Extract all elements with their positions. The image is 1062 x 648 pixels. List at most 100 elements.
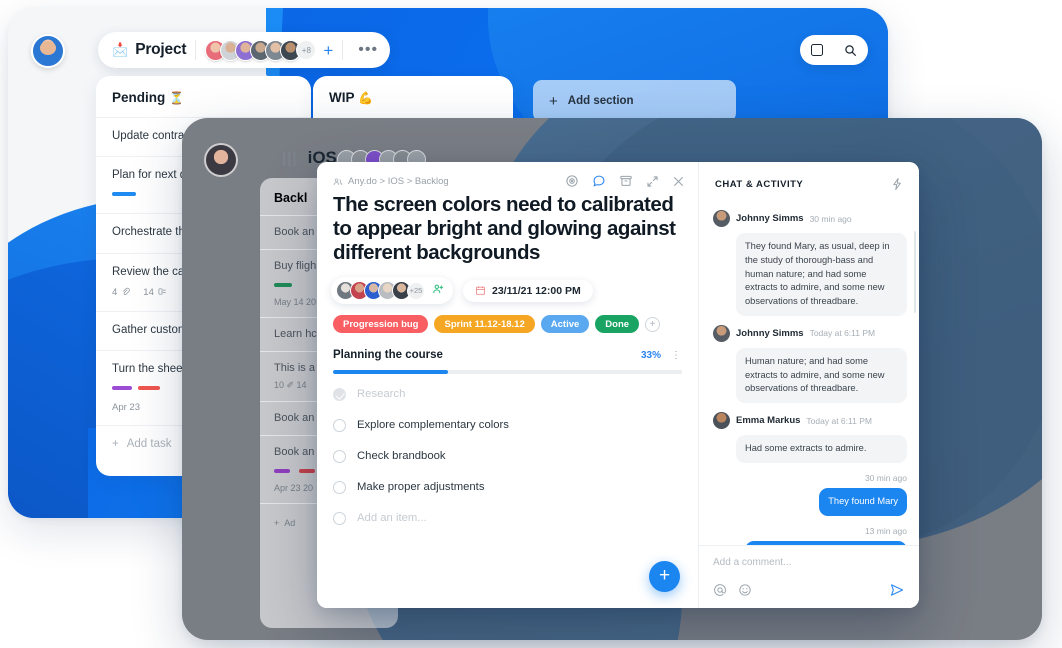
member-avatars[interactable]: +8 bbox=[205, 39, 317, 61]
archive-icon[interactable] bbox=[619, 174, 633, 188]
add-item-placeholder: Add an item... bbox=[357, 512, 427, 525]
project-title: Project bbox=[135, 41, 187, 58]
tag-sprint[interactable]: Sprint 11.12-18.12 bbox=[434, 315, 535, 334]
column-title: WIP bbox=[329, 90, 355, 105]
checkbox-icon[interactable] bbox=[333, 418, 346, 432]
comment-input[interactable]: Add a comment... bbox=[713, 557, 905, 568]
chat-message: 13 min ago Had some extracts to admire, … bbox=[713, 526, 907, 545]
add-section-label: Add section bbox=[567, 95, 634, 107]
label-bar bbox=[274, 282, 292, 287]
message-author: Emma Markus bbox=[736, 415, 801, 426]
chat-header: CHAT & ACTIVITY bbox=[699, 162, 919, 201]
message-time: 30 min ago bbox=[809, 213, 852, 224]
checkbox-icon[interactable] bbox=[333, 387, 346, 401]
tag-progression-bug[interactable]: Progression bug bbox=[333, 315, 429, 334]
due-date-text: 23/11/21 12:00 PM bbox=[492, 284, 581, 297]
task-title: The screen colors need to calibrated to … bbox=[333, 193, 676, 264]
ellipsis-icon[interactable]: ••• bbox=[352, 41, 384, 59]
message-header: Johnny Simms 30 min ago bbox=[713, 210, 907, 227]
add-checklist-item[interactable]: Add an item... bbox=[333, 511, 682, 525]
hourglass-icon: ⏳ bbox=[169, 91, 184, 105]
assignees-pill[interactable]: +25 bbox=[331, 277, 453, 305]
add-task-label: Add task bbox=[126, 438, 172, 451]
task-detail-modal: Any.do > IOS > Backlog The screen colors… bbox=[317, 162, 919, 608]
due-date-pill[interactable]: 23/11/21 12:00 PM bbox=[463, 279, 593, 302]
board-topbar: 📩 Project +8 + ••• bbox=[8, 8, 888, 74]
message-header: Johnny Simms Today at 6:11 PM bbox=[713, 324, 907, 342]
square-icon[interactable] bbox=[810, 44, 823, 56]
search-icon[interactable] bbox=[844, 44, 857, 57]
at-icon[interactable] bbox=[713, 583, 727, 597]
checklist-item-label: Explore complementary colors bbox=[357, 419, 509, 432]
message-author: Johnny Simms bbox=[736, 213, 804, 224]
checkbox-icon[interactable] bbox=[333, 449, 346, 463]
plus-icon: + bbox=[112, 438, 119, 451]
plus-circle-icon[interactable]: + bbox=[645, 316, 661, 332]
checklist-item[interactable]: Check brandbook bbox=[333, 449, 682, 463]
vertical-dots-icon[interactable]: ⋮ bbox=[671, 350, 682, 361]
label-bar bbox=[274, 468, 290, 473]
message-text: Had some extracts to admire. bbox=[736, 435, 907, 463]
modal-header-actions[interactable] bbox=[565, 174, 685, 188]
chat-message: Emma Markus Today at 6:11 PM Had some ex… bbox=[713, 412, 907, 463]
chat-panel: CHAT & ACTIVITY Johnny Simms 30 min ago … bbox=[699, 162, 919, 608]
message-time: Today at 6:11 PM bbox=[806, 415, 872, 426]
avatar[interactable] bbox=[713, 210, 730, 227]
user-avatar[interactable] bbox=[31, 34, 65, 68]
section-progress-percent: 33% bbox=[640, 349, 661, 361]
scrollbar[interactable] bbox=[913, 231, 916, 313]
checkbox-icon[interactable] bbox=[333, 480, 346, 494]
avatar-overflow-count[interactable]: +8 bbox=[296, 40, 317, 60]
expand-icon[interactable] bbox=[646, 175, 659, 188]
chat-message: Johnny Simms Today at 6:11 PM Human natu… bbox=[713, 324, 907, 403]
chat-messages[interactable]: Johnny Simms 30 min ago They found Mary,… bbox=[699, 201, 919, 545]
checklist-section: Planning the course 33% ⋮ bbox=[317, 333, 698, 374]
checklist-item[interactable]: Make proper adjustments bbox=[333, 480, 682, 494]
modal-main-panel: Any.do > IOS > Backlog The screen colors… bbox=[317, 162, 699, 608]
tag-active[interactable]: Active bbox=[540, 315, 590, 334]
drag-handle-icon[interactable]: ||| bbox=[282, 150, 298, 167]
add-button-fab[interactable]: + bbox=[649, 561, 680, 592]
checklist-item-label: Make proper adjustments bbox=[357, 481, 485, 494]
checklist-item[interactable]: Explore complementary colors bbox=[333, 418, 682, 432]
people-icon bbox=[333, 177, 343, 187]
checklist-item-label: Check brandbook bbox=[357, 450, 446, 463]
target-icon[interactable] bbox=[565, 174, 579, 188]
label-bar bbox=[112, 386, 132, 391]
emoji-icon[interactable] bbox=[738, 583, 752, 597]
message-author: Johnny Simms bbox=[736, 327, 804, 339]
column-title: Backl bbox=[274, 191, 308, 205]
add-member-icon[interactable]: + bbox=[323, 42, 333, 59]
subtask-count: 14 bbox=[143, 287, 154, 299]
label-bar bbox=[112, 192, 136, 197]
comment-icon[interactable] bbox=[592, 174, 606, 188]
add-section-button[interactable]: + Add section bbox=[533, 80, 736, 122]
close-icon[interactable] bbox=[672, 175, 685, 188]
send-icon[interactable] bbox=[889, 582, 905, 598]
subtask-icon bbox=[158, 287, 167, 299]
message-time: 30 min ago bbox=[864, 472, 907, 483]
avatar[interactable] bbox=[713, 412, 730, 429]
avatar[interactable] bbox=[713, 324, 730, 342]
label-bar bbox=[299, 468, 316, 473]
user-avatar[interactable] bbox=[204, 143, 238, 177]
board-tools[interactable] bbox=[800, 35, 868, 65]
add-person-icon[interactable] bbox=[432, 283, 444, 298]
assignee-and-date-row: +25 23/11/21 12:00 PM bbox=[317, 264, 698, 305]
assignee-overflow-count[interactable]: +25 bbox=[407, 281, 425, 300]
section-title: Planning the course bbox=[333, 349, 443, 362]
comment-composer[interactable]: Add a comment... bbox=[699, 545, 919, 608]
screenshot-root: 📩 Project +8 + ••• Pending ⏳ Update cont… bbox=[0, 0, 1062, 648]
project-pill[interactable]: 📩 Project +8 + ••• bbox=[98, 32, 391, 68]
calendar-icon bbox=[475, 285, 486, 296]
muscle-icon: 💪 bbox=[358, 91, 373, 105]
lightning-icon[interactable] bbox=[890, 177, 904, 191]
checkbox-icon[interactable] bbox=[333, 511, 346, 525]
checklist-item[interactable]: Research bbox=[333, 387, 682, 401]
divider bbox=[342, 40, 344, 60]
tag-done[interactable]: Done bbox=[595, 315, 640, 334]
column-title: Pending bbox=[112, 90, 166, 105]
message-time: Today at 6:11 PM bbox=[809, 328, 876, 339]
message-header: Emma Markus Today at 6:11 PM bbox=[713, 412, 907, 429]
message-text: They found Mary, as usual, deep in the s… bbox=[736, 233, 907, 316]
